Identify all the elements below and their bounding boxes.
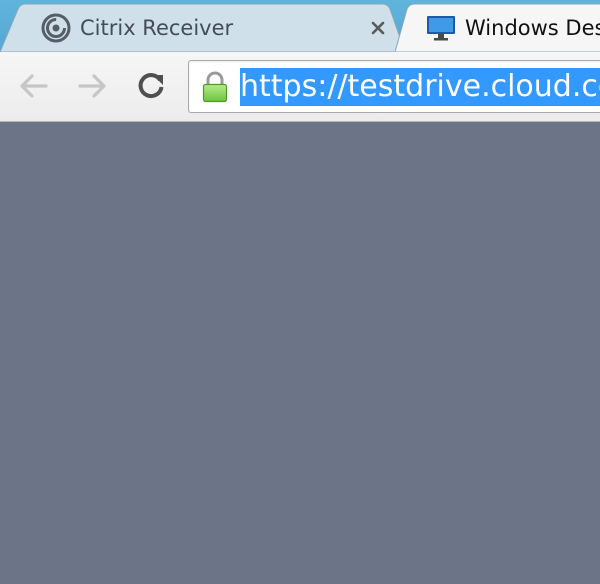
reload-icon: [138, 73, 164, 99]
tab-strip: Citrix Receiver Windows Desktop: [0, 0, 600, 52]
browser-toolbar: https://testdrive.cloud.com: [0, 52, 600, 122]
back-arrow-icon: [20, 74, 48, 98]
forward-button[interactable]: [74, 68, 110, 104]
url-text: https://testdrive.cloud.com: [240, 68, 600, 106]
monitor-icon: [425, 13, 457, 43]
page-content[interactable]: [0, 122, 600, 584]
lock-icon[interactable]: [201, 71, 229, 103]
forward-arrow-icon: [78, 74, 106, 98]
url-field[interactable]: https://testdrive.cloud.com: [240, 68, 600, 106]
tab-title: Citrix Receiver: [80, 16, 234, 40]
address-bar[interactable]: https://testdrive.cloud.com: [188, 60, 600, 113]
tab-title: Windows Desktop: [465, 16, 600, 40]
reload-button[interactable]: [133, 68, 169, 104]
back-button[interactable]: [16, 68, 52, 104]
tab-windows-desktop[interactable]: Windows Desktop: [395, 3, 600, 52]
citrix-receiver-icon: [40, 12, 72, 44]
browser-window: Citrix Receiver Windows Desktop: [0, 0, 600, 584]
tab-citrix-receiver[interactable]: Citrix Receiver: [0, 3, 405, 52]
close-icon[interactable]: [367, 17, 389, 39]
